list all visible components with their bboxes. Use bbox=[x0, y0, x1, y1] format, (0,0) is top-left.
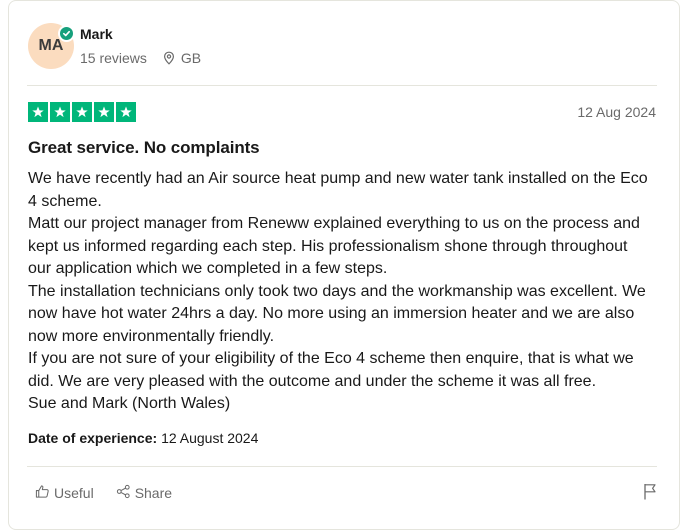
useful-label: Useful bbox=[54, 485, 94, 501]
reviewer-country: GB bbox=[180, 50, 202, 66]
date-of-experience: Date of experience: 12 August 2024 bbox=[28, 430, 258, 446]
star-icon bbox=[28, 102, 48, 122]
reviewer-name[interactable]: Mark bbox=[80, 26, 113, 42]
review-title[interactable]: Great service. No complaints bbox=[28, 138, 260, 158]
location-pin-icon bbox=[163, 51, 175, 65]
flag-icon bbox=[643, 484, 657, 504]
review-date: 12 Aug 2024 bbox=[577, 104, 656, 120]
review-body: We have recently had an Air source heat … bbox=[28, 168, 650, 416]
review-paragraph: The installation technicians only took t… bbox=[28, 282, 646, 345]
share-label: Share bbox=[134, 485, 173, 501]
report-flag-button[interactable] bbox=[643, 483, 657, 505]
star-icon bbox=[50, 102, 70, 122]
divider bbox=[27, 85, 657, 86]
review-actions: Useful Share bbox=[35, 484, 194, 502]
share-button[interactable]: Share bbox=[116, 484, 172, 502]
experience-label: Date of experience: bbox=[28, 430, 158, 446]
divider bbox=[27, 466, 657, 467]
thumbs-up-icon bbox=[35, 484, 50, 502]
useful-button[interactable]: Useful bbox=[35, 484, 94, 502]
review-paragraph: Sue and Mark (North Wales) bbox=[28, 395, 231, 412]
star-rating bbox=[28, 102, 136, 122]
reviews-count: 15 reviews bbox=[80, 50, 147, 66]
review-paragraph: We have recently had an Air source heat … bbox=[28, 170, 648, 210]
star-icon bbox=[72, 102, 92, 122]
share-icon bbox=[116, 484, 131, 502]
star-icon bbox=[94, 102, 114, 122]
review-paragraph: Matt our project manager from Reneww exp… bbox=[28, 215, 640, 277]
review-paragraph: If you are not sure of your eligibility … bbox=[28, 350, 634, 390]
experience-date: 12 August 2024 bbox=[161, 430, 259, 446]
star-icon bbox=[116, 102, 136, 122]
verified-check-icon bbox=[58, 25, 75, 42]
reviewer-meta: 15 reviews GB bbox=[80, 50, 201, 66]
review-card: MA Mark 15 reviews GB 12 Aug 2024 Great … bbox=[8, 0, 680, 530]
